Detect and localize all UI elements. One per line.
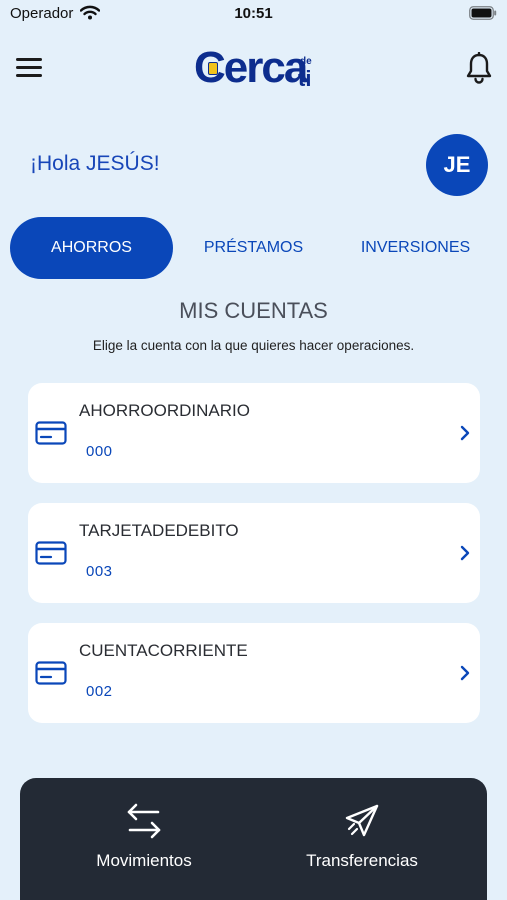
movimientos-label: Movimientos bbox=[96, 851, 192, 870]
account-number: 000 bbox=[86, 443, 113, 460]
status-time: 10:51 bbox=[234, 5, 273, 22]
logo-ti-text: ti bbox=[298, 66, 312, 91]
logo-badge-icon bbox=[208, 62, 218, 75]
battery-icon bbox=[469, 6, 497, 25]
account-type-tabs: AHORROS PRÉSTAMOS INVERSIONES bbox=[10, 217, 497, 279]
tab-ahorros[interactable]: AHORROS bbox=[10, 217, 173, 279]
account-card[interactable]: TARJETADEDEBITO 003 bbox=[28, 503, 480, 603]
greeting-text: ¡Hola JESÚS! bbox=[30, 152, 160, 175]
account-number: 002 bbox=[86, 683, 113, 700]
credit-card-icon bbox=[35, 421, 67, 450]
transferencias-button[interactable]: Transferencias bbox=[282, 778, 442, 900]
cerca-de-ti-logo: Cerca de ti bbox=[194, 40, 318, 96]
hamburger-menu-icon[interactable] bbox=[16, 58, 42, 78]
transferencias-label: Transferencias bbox=[306, 851, 418, 870]
credit-card-icon bbox=[35, 661, 67, 690]
section-subtitle: Elige la cuenta con la que quieres hacer… bbox=[92, 338, 415, 353]
movimientos-button[interactable]: Movimientos bbox=[64, 778, 224, 900]
chevron-right-icon bbox=[460, 665, 470, 686]
chevron-right-icon bbox=[460, 545, 470, 566]
chevron-right-icon bbox=[460, 425, 470, 446]
bell-icon[interactable] bbox=[465, 51, 493, 89]
credit-card-icon bbox=[35, 541, 67, 570]
paper-plane-icon bbox=[344, 802, 380, 845]
tab-inversiones[interactable]: INVERSIONES bbox=[334, 217, 497, 279]
account-number: 003 bbox=[86, 563, 113, 580]
account-name: AHORROORDINARIO bbox=[79, 401, 250, 420]
tab-prestamos[interactable]: PRÉSTAMOS bbox=[173, 217, 334, 279]
status-bar: Operador 10:51 bbox=[0, 0, 507, 28]
account-name: TARJETADEDEBITO bbox=[79, 521, 239, 540]
account-card[interactable]: AHORROORDINARIO 000 bbox=[28, 383, 480, 483]
avatar[interactable]: JE bbox=[426, 134, 488, 196]
arrows-swap-icon bbox=[126, 802, 162, 845]
bottom-nav-bar: Movimientos Transferencias bbox=[20, 778, 487, 900]
account-card[interactable]: CUENTACORRIENTE 002 bbox=[28, 623, 480, 723]
section-title: MIS CUENTAS bbox=[179, 298, 328, 323]
account-name: CUENTACORRIENTE bbox=[79, 641, 248, 660]
